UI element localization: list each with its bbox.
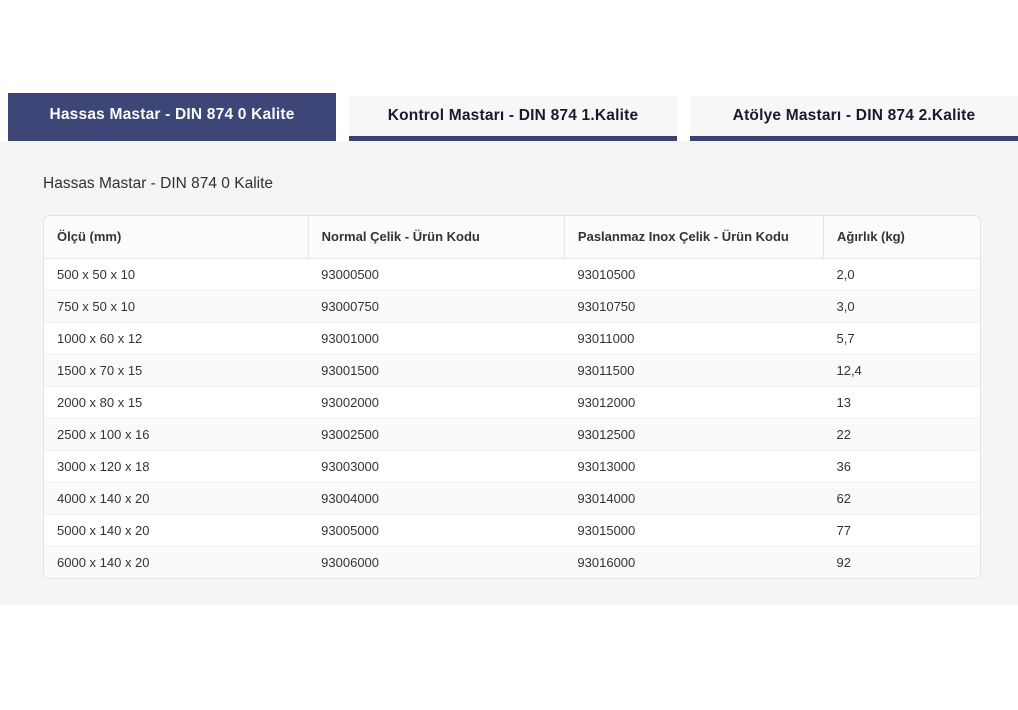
table-cell: 93011000: [564, 323, 823, 355]
table-row: 750 x 50 x 1093000750930107503,0: [44, 291, 980, 323]
table-cell: 3,0: [823, 291, 980, 323]
table-cell: 13: [823, 387, 980, 419]
table-cell: 93004000: [308, 483, 564, 515]
tab-1[interactable]: Kontrol Mastarı - DIN 874 1.Kalite: [349, 96, 677, 141]
table-cell: 1500 x 70 x 15: [44, 355, 308, 387]
column-header: Normal Çelik - Ürün Kodu: [308, 216, 564, 259]
table-cell: 12,4: [823, 355, 980, 387]
table-cell: 93003000: [308, 451, 564, 483]
table-cell: 2500 x 100 x 16: [44, 419, 308, 451]
table-cell: 4000 x 140 x 20: [44, 483, 308, 515]
table-row: 1000 x 60 x 1293001000930110005,7: [44, 323, 980, 355]
table-row: 6000 x 140 x 20930060009301600092: [44, 547, 980, 579]
table-cell: 36: [823, 451, 980, 483]
table-cell: 93006000: [308, 547, 564, 579]
tab-label: Hassas Mastar - DIN 874 0 Kalite: [49, 106, 294, 123]
column-header: Ölçü (mm): [44, 216, 308, 259]
table-row: 500 x 50 x 1093000500930105002,0: [44, 259, 980, 291]
table-cell: 93001500: [308, 355, 564, 387]
table-cell: 93000750: [308, 291, 564, 323]
table-cell: 93005000: [308, 515, 564, 547]
tab-label: Atölye Mastarı - DIN 874 2.Kalite: [733, 107, 976, 124]
table-row: 5000 x 140 x 20930050009301500077: [44, 515, 980, 547]
tab-panel: Hassas Mastar - DIN 874 0 Kalite Ölçü (m…: [0, 141, 1018, 605]
table-cell: 5000 x 140 x 20: [44, 515, 308, 547]
table-cell: 500 x 50 x 10: [44, 259, 308, 291]
tab-2[interactable]: Atölye Mastarı - DIN 874 2.Kalite: [690, 96, 1018, 141]
table-cell: 93012000: [564, 387, 823, 419]
table-cell: 93002000: [308, 387, 564, 419]
column-header: Ağırlık (kg): [823, 216, 980, 259]
table-cell: 2,0: [823, 259, 980, 291]
table-cell: 93010500: [564, 259, 823, 291]
table-cell: 93016000: [564, 547, 823, 579]
table-cell: 750 x 50 x 10: [44, 291, 308, 323]
table-cell: 5,7: [823, 323, 980, 355]
table-cell: 93013000: [564, 451, 823, 483]
table-cell: 93002500: [308, 419, 564, 451]
table-row: 2000 x 80 x 15930020009301200013: [44, 387, 980, 419]
tab-bar: Hassas Mastar - DIN 874 0 Kalite Kontrol…: [8, 93, 1018, 141]
table-cell: 3000 x 120 x 18: [44, 451, 308, 483]
table-row: 1500 x 70 x 15930015009301150012,4: [44, 355, 980, 387]
table-cell: 22: [823, 419, 980, 451]
table-cell: 93014000: [564, 483, 823, 515]
table-header-row: Ölçü (mm)Normal Çelik - Ürün KoduPaslanm…: [44, 216, 980, 259]
tab-0[interactable]: Hassas Mastar - DIN 874 0 Kalite: [8, 93, 336, 141]
table-body: 500 x 50 x 1093000500930105002,0750 x 50…: [44, 259, 980, 579]
table-cell: 6000 x 140 x 20: [44, 547, 308, 579]
table-cell: 93012500: [564, 419, 823, 451]
table-cell: 92: [823, 547, 980, 579]
size-table: Ölçü (mm)Normal Çelik - Ürün KoduPaslanm…: [44, 216, 980, 578]
table-cell: 93015000: [564, 515, 823, 547]
table-cell: 93011500: [564, 355, 823, 387]
table-cell: 1000 x 60 x 12: [44, 323, 308, 355]
tab-label: Kontrol Mastarı - DIN 874 1.Kalite: [388, 107, 639, 124]
table-row: 3000 x 120 x 18930030009301300036: [44, 451, 980, 483]
panel-heading: Hassas Mastar - DIN 874 0 Kalite: [43, 175, 273, 193]
table-cell: 93010750: [564, 291, 823, 323]
table-row: 4000 x 140 x 20930040009301400062: [44, 483, 980, 515]
column-header: Paslanmaz Inox Çelik - Ürün Kodu: [564, 216, 823, 259]
table-cell: 2000 x 80 x 15: [44, 387, 308, 419]
table-cell: 93000500: [308, 259, 564, 291]
table-row: 2500 x 100 x 16930025009301250022: [44, 419, 980, 451]
table-cell: 62: [823, 483, 980, 515]
table-cell: 77: [823, 515, 980, 547]
table-cell: 93001000: [308, 323, 564, 355]
product-table-card: Ölçü (mm)Normal Çelik - Ürün KoduPaslanm…: [43, 215, 981, 579]
